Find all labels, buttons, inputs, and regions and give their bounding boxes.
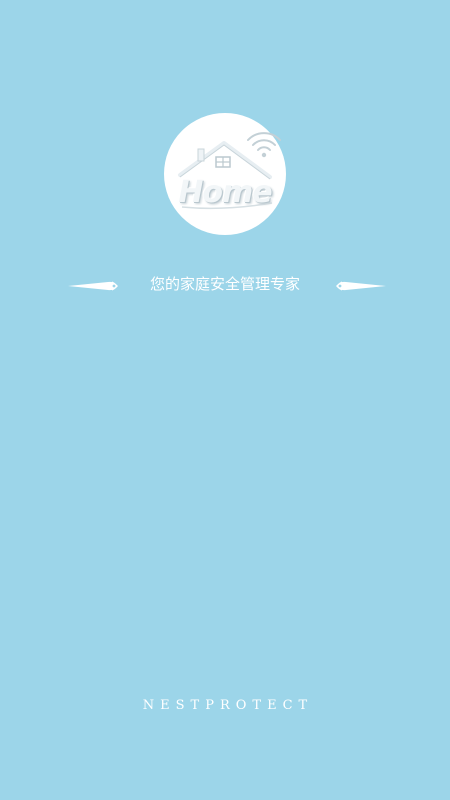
app-logo: Home bbox=[164, 113, 286, 235]
logo-text: Home bbox=[178, 175, 272, 210]
tagline: 您的家庭安全管理专家 bbox=[149, 275, 300, 293]
ornament-right-icon bbox=[336, 281, 386, 291]
tagline-row: 您的家庭安全管理专家 bbox=[0, 270, 450, 302]
splash-screen: Home 您的家庭安全管理专家 NESTPROTECT bbox=[0, 0, 450, 800]
house-wifi-icon bbox=[178, 132, 281, 210]
ornament-left-icon bbox=[68, 281, 118, 291]
brand-name: NESTPROTECT bbox=[142, 698, 314, 713]
